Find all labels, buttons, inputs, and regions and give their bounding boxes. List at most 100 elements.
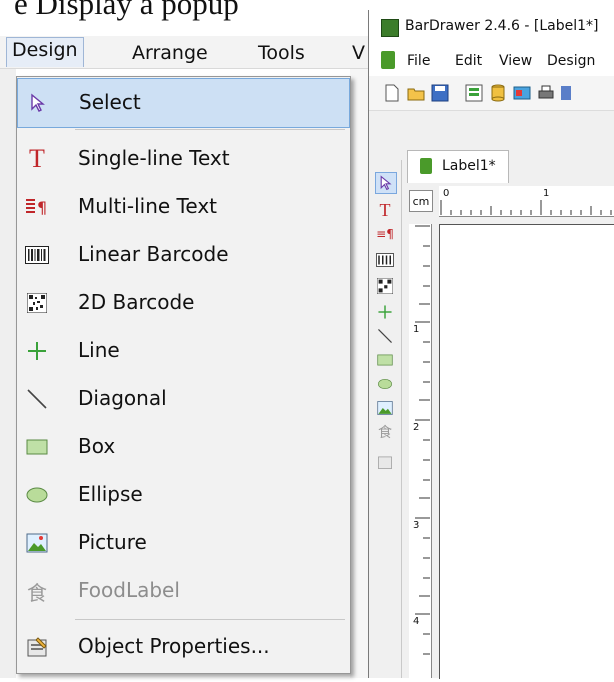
tool-box[interactable]: [375, 350, 395, 370]
tool-foodlabel[interactable]: 食: [375, 422, 395, 442]
label-canvas[interactable]: [439, 224, 614, 679]
menu-item-multi-line-text[interactable]: ¶ Multi-line Text: [17, 183, 350, 231]
menu-tools[interactable]: Tools: [258, 42, 305, 64]
tool-linear-barcode[interactable]: [375, 250, 395, 270]
box-icon: [25, 435, 49, 459]
menu-item-picture[interactable]: Picture: [17, 519, 350, 567]
tool-multi-line-text[interactable]: ≡¶: [375, 224, 395, 244]
picture-icon: [377, 401, 393, 415]
menu-item-line[interactable]: Line: [17, 327, 350, 375]
database-icon[interactable]: [489, 84, 507, 102]
design-dropdown-menu: Select T Single-line Text ¶ Multi-line T…: [16, 76, 351, 674]
ruler-label: 3: [413, 520, 420, 531]
print-icon[interactable]: [537, 84, 555, 102]
tool-line[interactable]: [375, 302, 395, 322]
horizontal-ruler: 0 1: [439, 186, 614, 217]
menu-item-box[interactable]: Box: [17, 423, 350, 471]
ruler-label: 0: [443, 188, 450, 199]
window-title: BarDrawer 2.4.6 - [Label1*]: [405, 18, 599, 34]
linear-barcode-icon: [25, 243, 49, 267]
app-icon: [381, 19, 399, 37]
background-right-strip: [350, 69, 368, 678]
menu-item-diagonal[interactable]: Diagonal: [17, 375, 350, 423]
menu-item-label: FoodLabel: [78, 578, 180, 602]
unit-selector[interactable]: cm: [409, 190, 433, 212]
background-menu-bar: Design Arrange Tools V: [0, 36, 372, 69]
tab-label: Label1*: [442, 158, 496, 174]
menu-separator: [75, 129, 345, 130]
document-icon: [381, 51, 395, 69]
page-setup-icon[interactable]: [465, 84, 483, 102]
foodlabel-icon: 食: [27, 580, 47, 605]
open-folder-icon[interactable]: [407, 84, 425, 102]
foodlabel-icon: 食: [378, 425, 392, 441]
line-plus-icon: [378, 305, 392, 319]
menu-edit[interactable]: Edit: [455, 53, 482, 69]
menu-design[interactable]: Design: [6, 37, 84, 67]
menu-item-label: Object Properties...: [78, 634, 270, 658]
menu-item-label: Single-line Text: [78, 146, 230, 170]
tab-label1[interactable]: Label1*: [407, 150, 509, 183]
properties-icon: [25, 635, 49, 659]
ruler-label: 2: [413, 422, 420, 433]
app-menu-bar: File Edit View Design: [369, 44, 614, 76]
diagonal-line-icon: [378, 329, 392, 343]
menu-w-fragment[interactable]: V: [352, 42, 365, 64]
ruler-label: 1: [413, 324, 420, 335]
picture-icon: [25, 531, 49, 555]
toolbar: [369, 76, 614, 111]
menu-item-select[interactable]: Select: [17, 78, 350, 128]
label-icon[interactable]: [513, 84, 531, 102]
multiline-text-icon: ¶: [25, 195, 49, 219]
background-left-strip: [0, 69, 16, 678]
vertical-ruler: 1 2 3 4: [409, 224, 432, 678]
document-tab-strip: Label1*: [369, 150, 614, 183]
bardrawer-window: BarDrawer 2.4.6 - [Label1*] File Edit Vi…: [368, 10, 614, 679]
menu-item-label: 2D Barcode: [78, 290, 195, 314]
partial-toolbar-icon[interactable]: [561, 86, 571, 100]
menu-item-label: Ellipse: [78, 482, 143, 506]
diagonal-line-icon: [25, 387, 49, 411]
tool-diagonal[interactable]: [375, 326, 395, 346]
tool-2d-barcode[interactable]: [375, 276, 395, 296]
menu-item-label: Picture: [78, 530, 147, 554]
menu-item-label: Diagonal: [78, 386, 167, 410]
text-t-icon: T: [379, 199, 391, 220]
linear-barcode-icon: [376, 253, 394, 267]
qr-code-icon: [377, 278, 393, 294]
menu-arrange[interactable]: Arrange: [132, 42, 208, 64]
tool-picture[interactable]: [375, 398, 395, 418]
text-t-icon: T: [29, 144, 45, 173]
ellipse-icon: [378, 379, 392, 389]
menu-item-foodlabel[interactable]: 食 FoodLabel: [17, 567, 350, 615]
menu-item-ellipse[interactable]: Ellipse: [17, 471, 350, 519]
menu-item-label: Line: [78, 338, 120, 362]
menu-design[interactable]: Design: [547, 53, 595, 69]
drawing-tools-bar: T ≡¶ 食: [369, 160, 402, 678]
menu-item-2d-barcode[interactable]: 2D Barcode: [17, 279, 350, 327]
menu-file[interactable]: File: [407, 53, 430, 69]
menu-separator: [75, 619, 345, 620]
ruler-label: 4: [413, 616, 420, 627]
properties-icon: [378, 456, 392, 469]
title-bar: BarDrawer 2.4.6 - [Label1*]: [369, 10, 614, 44]
save-icon[interactable]: [431, 84, 449, 102]
arrow-pointer-icon: [380, 175, 392, 191]
tool-ellipse[interactable]: [375, 374, 395, 394]
menu-item-linear-barcode[interactable]: Linear Barcode: [17, 231, 350, 279]
menu-item-label: Box: [78, 434, 116, 458]
menu-view[interactable]: View: [499, 53, 532, 69]
menu-item-label: Multi-line Text: [78, 194, 218, 218]
document-icon: [420, 158, 432, 174]
arrow-pointer-icon: [26, 91, 50, 115]
new-file-icon[interactable]: [383, 84, 401, 102]
menu-item-single-line-text[interactable]: T Single-line Text: [17, 135, 350, 183]
tool-object-properties[interactable]: [375, 452, 395, 472]
ruler-label: 1: [543, 188, 550, 199]
tool-select[interactable]: [375, 172, 397, 194]
tool-single-line-text[interactable]: T: [375, 200, 395, 220]
line-plus-icon: [25, 339, 49, 363]
menu-item-object-properties[interactable]: Object Properties...: [17, 623, 350, 671]
document-text-fragment: e Display a popup: [14, 0, 239, 21]
qr-code-icon: [25, 291, 49, 315]
